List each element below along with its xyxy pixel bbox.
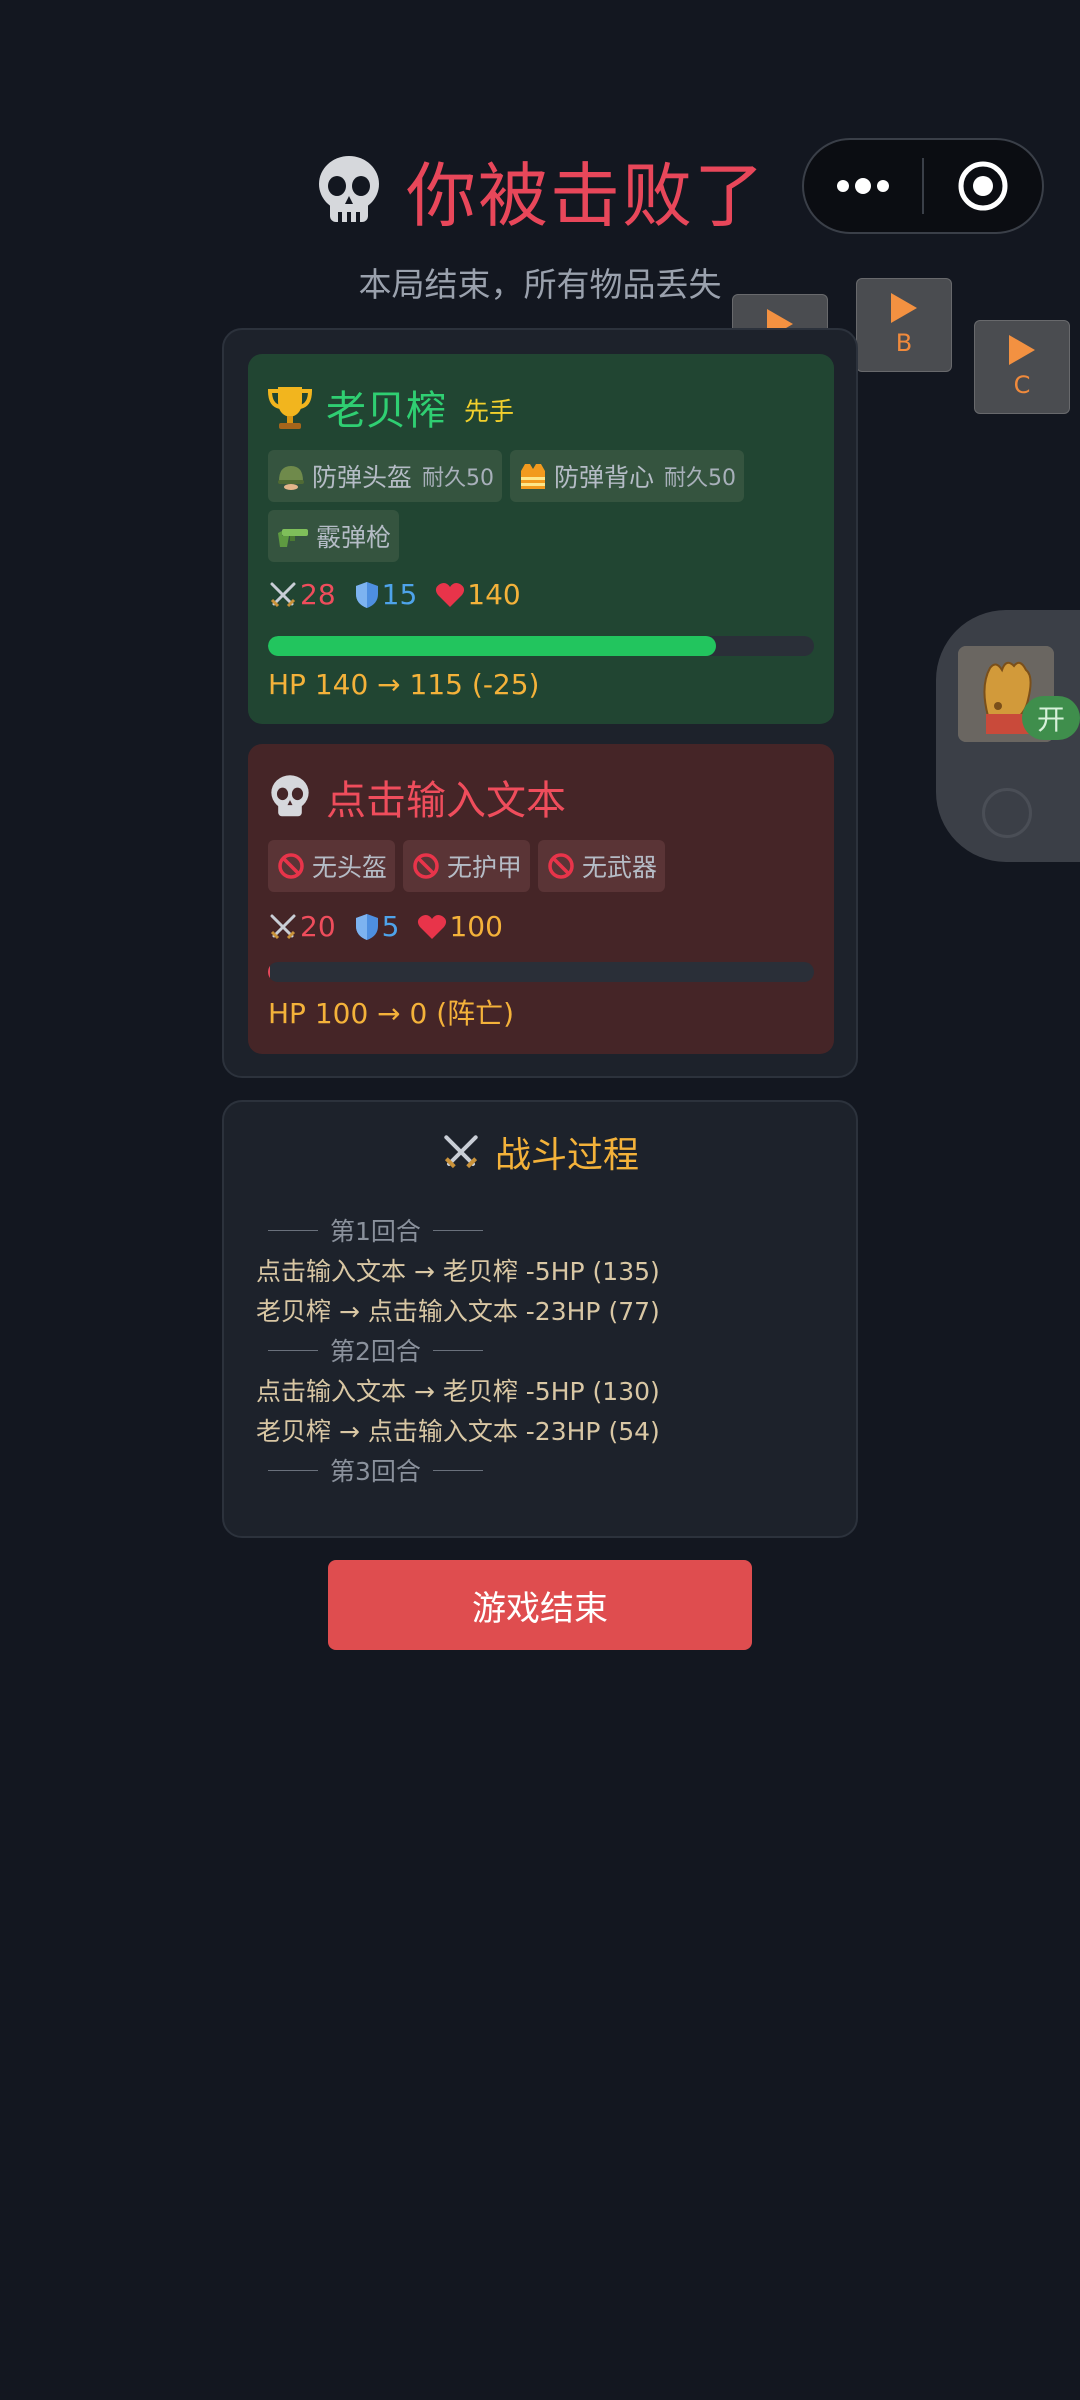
- battle-log-list: 第1回合点击输入文本 → 老贝榨 -5HP (135) 老贝榨 → 点击输入文本 …: [256, 1210, 836, 1490]
- log-entry: 老贝榨 → 点击输入文本 -23HP (77): [256, 1297, 660, 1326]
- page-title: 你被击败了: [406, 155, 766, 237]
- defense-stat: 15: [354, 578, 418, 611]
- defense-value: 5: [381, 910, 400, 943]
- equipment-name: 防弹头盔: [312, 463, 413, 492]
- miniprogram-capsule: [802, 138, 1044, 234]
- equipment-name: 无武器: [582, 853, 658, 882]
- target-close-icon: [958, 161, 1008, 211]
- log-entry: 老贝榨 → 点击输入文本 -23HP (54): [256, 1417, 660, 1446]
- battle-log-card: 战斗过程 第1回合点击输入文本 → 老贝榨 -5HP (135) 老贝榨 → 点击…: [222, 1100, 858, 1538]
- round-line: [268, 1229, 318, 1231]
- battle-log-title: 战斗过程: [494, 1135, 639, 1176]
- float-button-label: C: [1013, 371, 1031, 399]
- equipment-chip-helmet[interactable]: 防弹头盔 耐久50: [268, 450, 503, 502]
- attack-value: 28: [300, 578, 336, 611]
- attack-value: 20: [300, 910, 336, 943]
- winner-name: 老贝榨: [326, 388, 446, 434]
- helmet-icon: [278, 466, 304, 490]
- loser-stats: 20 5 100: [268, 910, 503, 943]
- skull-icon: [319, 155, 379, 222]
- shield-icon: [355, 581, 378, 608]
- attack-stat: 28: [268, 578, 336, 611]
- round-divider: 第2回合: [256, 1330, 836, 1370]
- hp-stat: 140: [435, 578, 521, 611]
- equipment-name: 无头盔: [312, 853, 388, 882]
- equipment-chip-vest[interactable]: 防弹背心 耐久50: [510, 450, 745, 502]
- equipment-chip-shotgun[interactable]: 霰弹枪: [268, 510, 400, 562]
- hp-value: 100: [449, 910, 503, 943]
- equipment-chip-no-helmet[interactable]: 无头盔: [268, 840, 396, 892]
- winner-hp-bar: [268, 636, 814, 656]
- round-line: [432, 1349, 483, 1351]
- equipment-name: 防弹背心: [554, 463, 655, 492]
- side-panel[interactable]: 开: [936, 610, 1080, 862]
- round-divider: 第3回合: [256, 1450, 836, 1490]
- log-entry: 点击输入文本 → 老贝榨 -5HP (135): [256, 1257, 660, 1286]
- hp-value: 140: [467, 578, 521, 611]
- winner-header: 老贝榨 先手: [268, 378, 514, 436]
- equipment-name: 无护甲: [447, 853, 523, 882]
- loser-hp-fill: [268, 962, 270, 982]
- float-button-c[interactable]: C: [974, 320, 1070, 414]
- round-line: [268, 1349, 318, 1351]
- attack-stat: 20: [268, 910, 336, 943]
- shield-icon: [355, 913, 378, 940]
- round-line: [268, 1469, 318, 1471]
- equipment-chip-no-weapon[interactable]: 无武器: [538, 840, 666, 892]
- hp-stat: 100: [417, 910, 503, 943]
- trophy-icon: [268, 387, 312, 429]
- forbidden-icon: [413, 853, 439, 879]
- shotgun-icon: [278, 529, 308, 547]
- game-over-screen: 你被击败了 本局结束，所有物品丢失 A B C: [0, 0, 1080, 2400]
- equipment-name: 霰弹枪: [316, 523, 392, 552]
- loser-header: 点击输入文本: [268, 768, 566, 826]
- forbidden-icon: [278, 853, 304, 879]
- crossed-swords-icon: [444, 1135, 478, 1169]
- float-button-b[interactable]: B: [856, 278, 952, 372]
- defense-stat: 5: [354, 910, 400, 943]
- round-line: [432, 1229, 483, 1231]
- winner-panel: 老贝榨 先手 防弹头盔 耐久50 防弹背心 耐久50 霰弹枪 28 15 140…: [248, 354, 834, 724]
- crossed-swords-icon: [270, 914, 296, 939]
- loser-name[interactable]: 点击输入文本: [326, 768, 566, 826]
- more-dots-icon: [837, 178, 889, 194]
- round-divider: 第1回合: [256, 1210, 836, 1250]
- winner-hp-change: HP 140 → 115 (-25): [268, 668, 540, 701]
- equipment-chip-no-armor[interactable]: 无护甲: [403, 840, 531, 892]
- forbidden-icon: [548, 853, 574, 879]
- loser-panel: 点击输入文本 无头盔 无护甲 无武器 20 5 100 HP 100 → 0 (…: [248, 744, 834, 1054]
- crossed-swords-icon: [270, 582, 296, 607]
- heart-icon: [436, 582, 465, 607]
- open-badge[interactable]: 开: [1022, 696, 1080, 740]
- skull-icon: [271, 775, 309, 817]
- defense-value: 15: [381, 578, 418, 611]
- equipment-durability: 耐久50: [664, 466, 737, 491]
- faint-circle-icon: [982, 788, 1032, 838]
- battle-result-card: 老贝榨 先手 防弹头盔 耐久50 防弹背心 耐久50 霰弹枪 28 15 140…: [222, 328, 858, 1078]
- equipment-durability: 耐久50: [422, 466, 495, 491]
- round-label: 第2回合: [330, 1337, 421, 1366]
- battle-log-header: 战斗过程: [224, 1126, 856, 1178]
- loser-hp-change: HP 100 → 0 (阵亡): [268, 997, 515, 1030]
- float-button-label: B: [895, 329, 913, 357]
- winner-hp-fill: [268, 636, 716, 656]
- log-entry: 点击输入文本 → 老贝榨 -5HP (130): [256, 1377, 660, 1406]
- first-move-tag: 先手: [464, 397, 515, 426]
- round-line: [432, 1469, 483, 1471]
- heart-icon: [418, 914, 447, 939]
- round-label: 第3回合: [330, 1457, 421, 1486]
- play-icon: [1009, 335, 1035, 365]
- more-button[interactable]: [804, 140, 922, 232]
- end-game-button[interactable]: 游戏结束: [328, 1560, 752, 1650]
- winner-equipment: 防弹头盔 耐久50 防弹背心 耐久50 霰弹枪: [268, 450, 828, 562]
- round-label: 第1回合: [330, 1217, 421, 1246]
- close-miniprogram-button[interactable]: [924, 140, 1042, 232]
- loser-equipment: 无头盔 无护甲 无武器: [268, 840, 828, 892]
- winner-stats: 28 15 140: [268, 578, 521, 611]
- play-icon: [891, 293, 917, 323]
- vest-icon: [521, 464, 546, 489]
- loser-hp-bar: [268, 962, 814, 982]
